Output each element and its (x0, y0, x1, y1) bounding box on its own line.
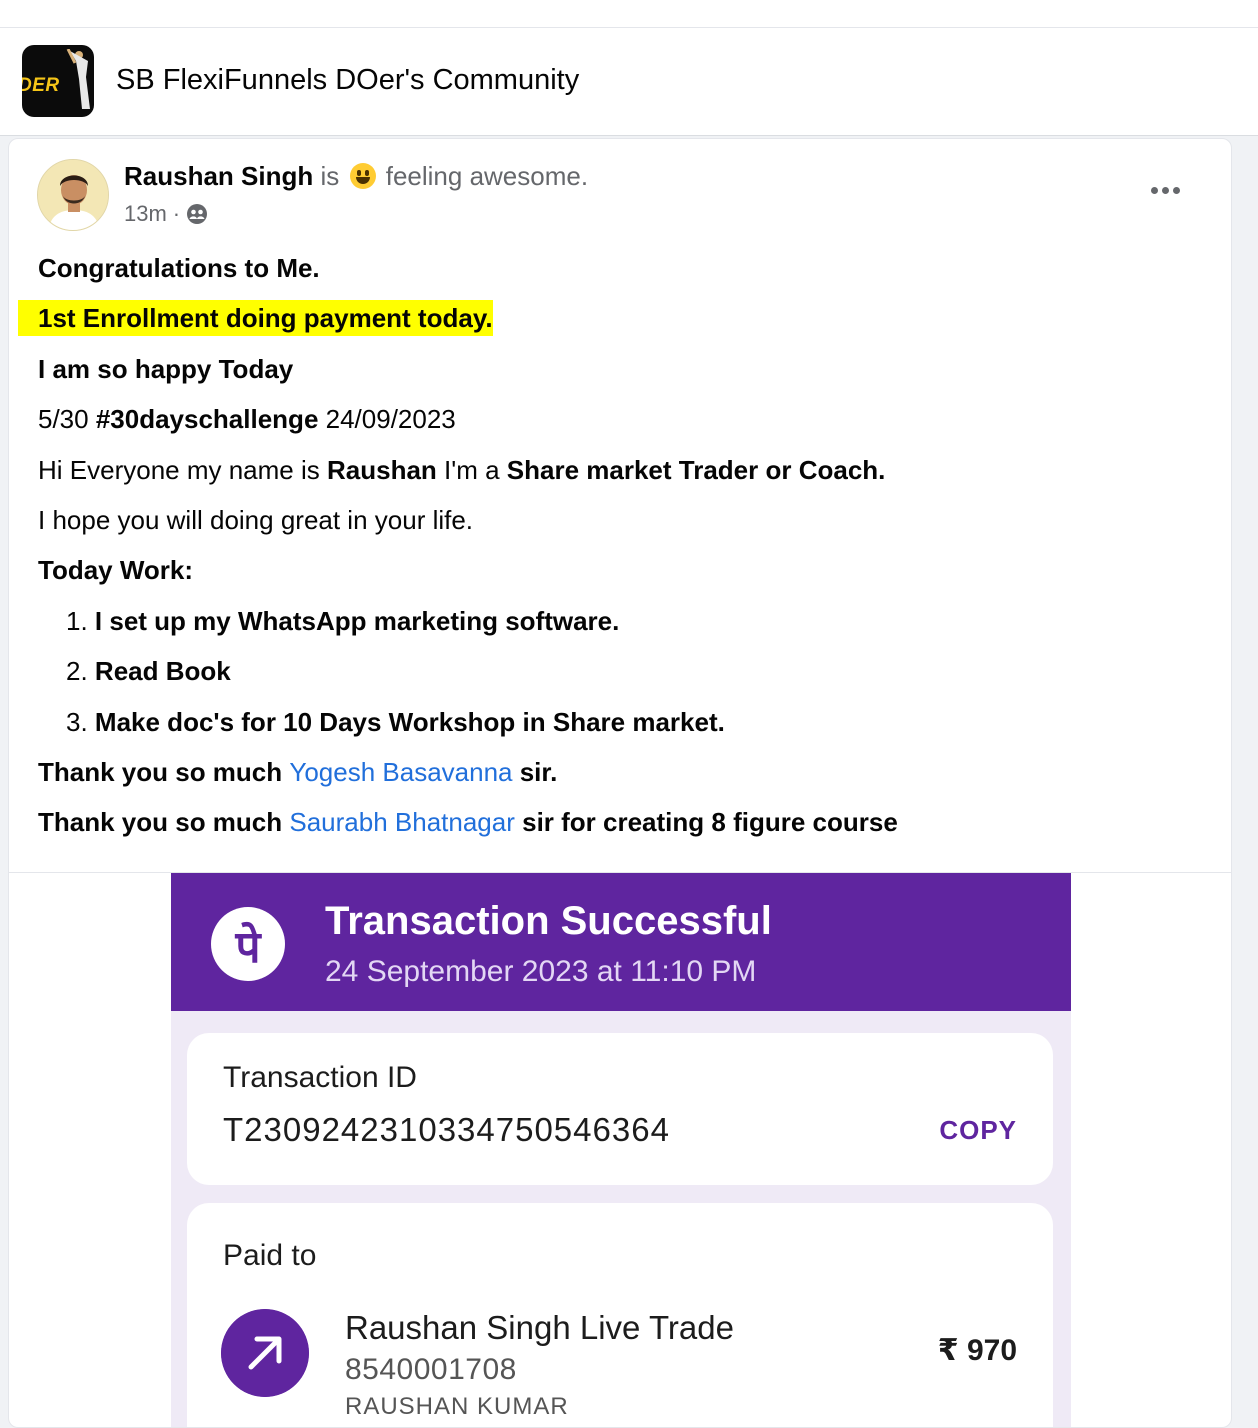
post-text: sir. (512, 757, 558, 788)
post-line: I hope you will doing great in your life… (38, 505, 474, 536)
avatar[interactable] (37, 159, 109, 231)
post-text: 24/09/2023 (318, 404, 456, 435)
list-item: 3. Make doc's for 10 Days Workshop in Sh… (66, 697, 1218, 747)
work-list: 1. I set up my WhatsApp marketing softwa… (38, 596, 1218, 747)
post-text: Hi Everyone my name is (38, 454, 327, 485)
author-name[interactable]: Raushan Singh (124, 161, 313, 191)
payee-alt-name: RAUSHAN KUMAR (345, 1393, 569, 1420)
post-text: Raushan (326, 454, 437, 485)
list-item: 2. Read Book (66, 646, 1218, 696)
amount: ₹ 970 (937, 1334, 1017, 1367)
post-text: I'm a (436, 454, 507, 485)
list-number: 2. (66, 656, 88, 687)
list-number: 1. (66, 605, 88, 636)
group-header: DER SB FlexiFunnels DOer's Community (0, 28, 1258, 136)
dot-icon (1151, 187, 1158, 194)
group-title[interactable]: SB FlexiFunnels DOer's Community (116, 64, 579, 97)
list-number: 3. (66, 706, 88, 737)
dot-icon (1173, 187, 1180, 194)
post-text: Share market Trader or Coach. (506, 454, 886, 485)
post-line: Thank you so much Saurabh Bhatnagar sir … (38, 797, 1218, 847)
receipt-header: पे Transaction Successful 24 September 2… (171, 873, 1071, 1011)
post-line: I am so happy Today (38, 353, 294, 384)
feeling-text: feeling awesome. (385, 161, 589, 191)
avatar-person-icon (38, 160, 108, 230)
post-body: Congratulations to Me. 1st Enrollment do… (18, 243, 1218, 848)
post-card: Raushan Singh is feeling awesome. 13m · … (8, 138, 1232, 1428)
phonepe-logo-icon: पे (211, 907, 285, 981)
post-line: Thank you so much Yogesh Basavanna sir. (38, 747, 1218, 797)
transaction-id-label: Transaction ID (223, 1061, 417, 1094)
arrow-up-right-icon (221, 1309, 309, 1397)
is-word: is (320, 161, 340, 191)
list-item: 1. I set up my WhatsApp marketing softwa… (66, 596, 1218, 646)
top-strip (0, 0, 1258, 28)
payee-name: Raushan Singh Live Trade (345, 1309, 734, 1346)
post-text: Thank you so much (38, 757, 290, 788)
post-text: Thank you so much (38, 807, 290, 838)
post-line: Congratulations to Me. (38, 253, 320, 283)
paid-to-label: Paid to (223, 1239, 317, 1272)
group-logo[interactable]: DER (22, 45, 94, 117)
list-text: I set up my WhatsApp marketing software. (94, 605, 620, 636)
list-text: Make doc's for 10 Days Workshop in Share… (94, 706, 725, 737)
transaction-date: 24 September 2023 at 11:10 PM (325, 955, 757, 988)
mention-link[interactable]: Yogesh Basavanna (289, 757, 512, 787)
transaction-title: Transaction Successful (325, 899, 772, 943)
transaction-id-card: Transaction ID T2309242310334750546364 C… (187, 1033, 1053, 1185)
post-time[interactable]: 13m (124, 201, 167, 227)
dot-icon (1162, 187, 1169, 194)
post-line: Hi Everyone my name is Raushan I'm a Sha… (38, 445, 1218, 495)
post-text: sir for creating 8 figure course (514, 807, 898, 838)
author-line: Raushan Singh is feeling awesome. (124, 161, 588, 192)
logo-text: DER (22, 75, 60, 96)
post-meta: 13m · (124, 201, 208, 227)
group-members-icon[interactable] (186, 203, 208, 225)
paid-to-card: Paid to Raushan Singh Live Trade 8540001… (187, 1203, 1053, 1427)
more-options-button[interactable] (1151, 181, 1191, 201)
hashtag-link[interactable]: #30dayschallenge (96, 404, 319, 434)
transaction-id-value: T2309242310334750546364 (223, 1111, 670, 1148)
logo-figure-icon (66, 49, 90, 109)
payee-phone: 8540001708 (345, 1353, 517, 1386)
copy-button[interactable]: COPY (939, 1115, 1017, 1146)
meta-separator: · (172, 201, 181, 226)
post-line: Today Work: (38, 555, 194, 586)
receipt-image[interactable]: पे Transaction Successful 24 September 2… (171, 873, 1071, 1427)
grinning-face-icon (349, 163, 376, 189)
post-text: 5/30 (38, 404, 96, 435)
mention-link[interactable]: Saurabh Bhatnagar (289, 807, 515, 837)
list-text: Read Book (94, 656, 231, 687)
post-line: 5/30 #30dayschallenge 24/09/2023 (38, 394, 1218, 444)
logo-glyph: पे (235, 922, 261, 973)
highlighted-line: 1st Enrollment doing payment today. (18, 300, 493, 337)
